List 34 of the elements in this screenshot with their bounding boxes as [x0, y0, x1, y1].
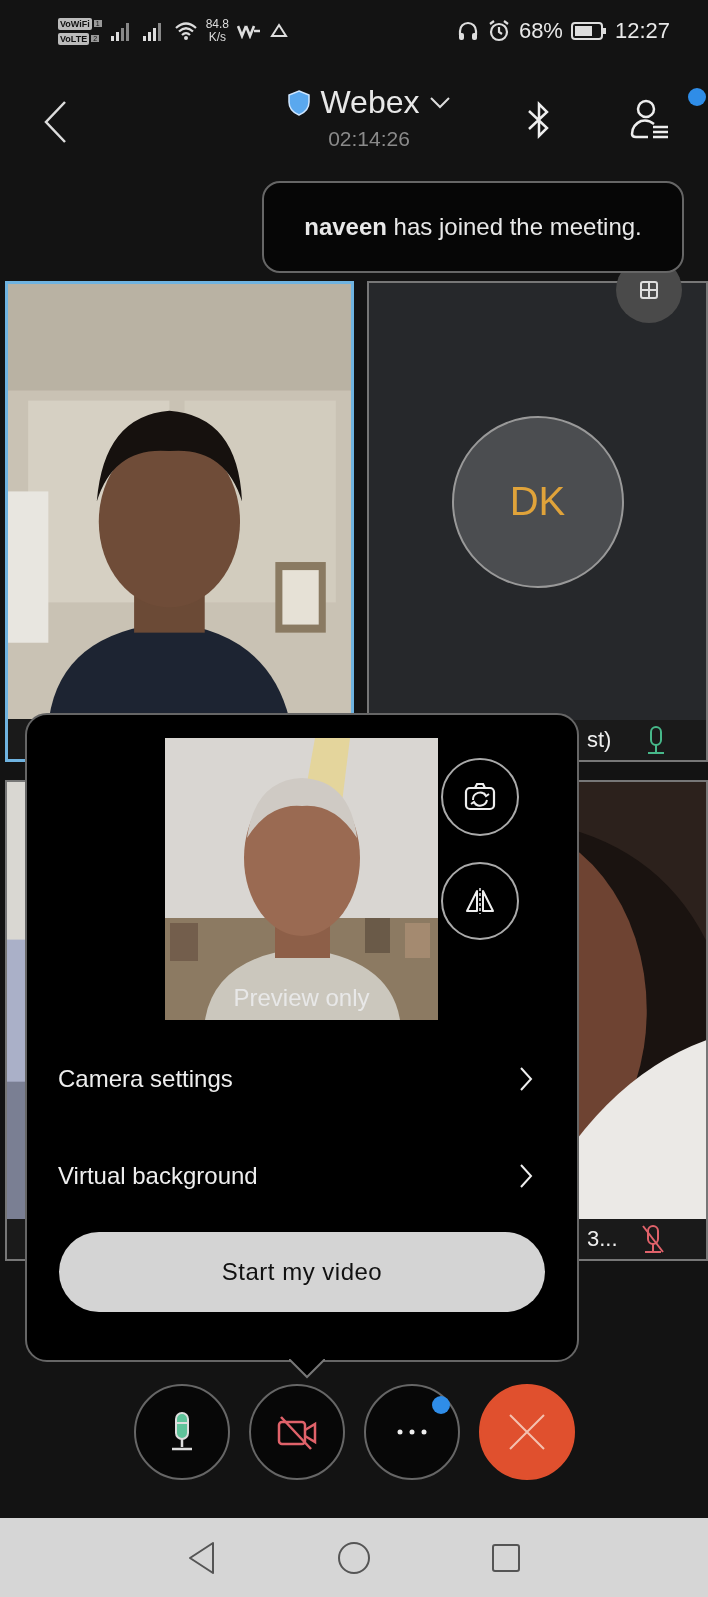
video-tile[interactable]: DK st): [367, 281, 708, 762]
meeting-timer: 02:14:26: [328, 127, 410, 151]
notification-text: naveen has joined the meeting.: [304, 213, 642, 241]
chevron-down-icon[interactable]: [429, 96, 450, 109]
clock: 12:27: [614, 18, 670, 44]
menu-item[interactable]: Virtual background: [27, 1127, 577, 1224]
participant-name: 3...: [587, 1226, 618, 1252]
grid-layout-icon: [639, 280, 659, 300]
speed-value: 84.8: [205, 18, 229, 31]
vowifi-label: VoWiFi: [58, 17, 92, 30]
battery-icon: [570, 22, 607, 40]
app-icon: [237, 23, 261, 39]
recents-nav-icon[interactable]: [491, 1542, 521, 1573]
headphones-icon: [456, 20, 479, 42]
menu-item[interactable]: Camera settings: [27, 1030, 577, 1127]
battery-percent: 68%: [518, 18, 563, 44]
start-video-button[interactable]: Start my video: [59, 1232, 545, 1312]
chevron-right-icon: [519, 1065, 533, 1092]
shield-icon: [288, 89, 311, 116]
participant-name: st): [587, 727, 612, 753]
close-icon: [507, 1413, 546, 1451]
wifi-icon: [173, 21, 198, 41]
meeting-title[interactable]: Webex: [320, 84, 420, 121]
more-icon: [396, 1429, 427, 1435]
back-icon[interactable]: [43, 100, 69, 144]
mirror-icon: [464, 886, 496, 916]
back-nav-icon[interactable]: [187, 1540, 217, 1575]
camera-rotate-icon: [462, 781, 498, 813]
chevron-right-icon: [519, 1162, 533, 1189]
triangle-icon: [269, 23, 289, 39]
home-nav-icon[interactable]: [337, 1540, 371, 1575]
avatar-initials: DK: [509, 479, 566, 524]
volte-label: VoLTE: [58, 32, 90, 45]
speed-unit: K/s: [208, 31, 226, 44]
